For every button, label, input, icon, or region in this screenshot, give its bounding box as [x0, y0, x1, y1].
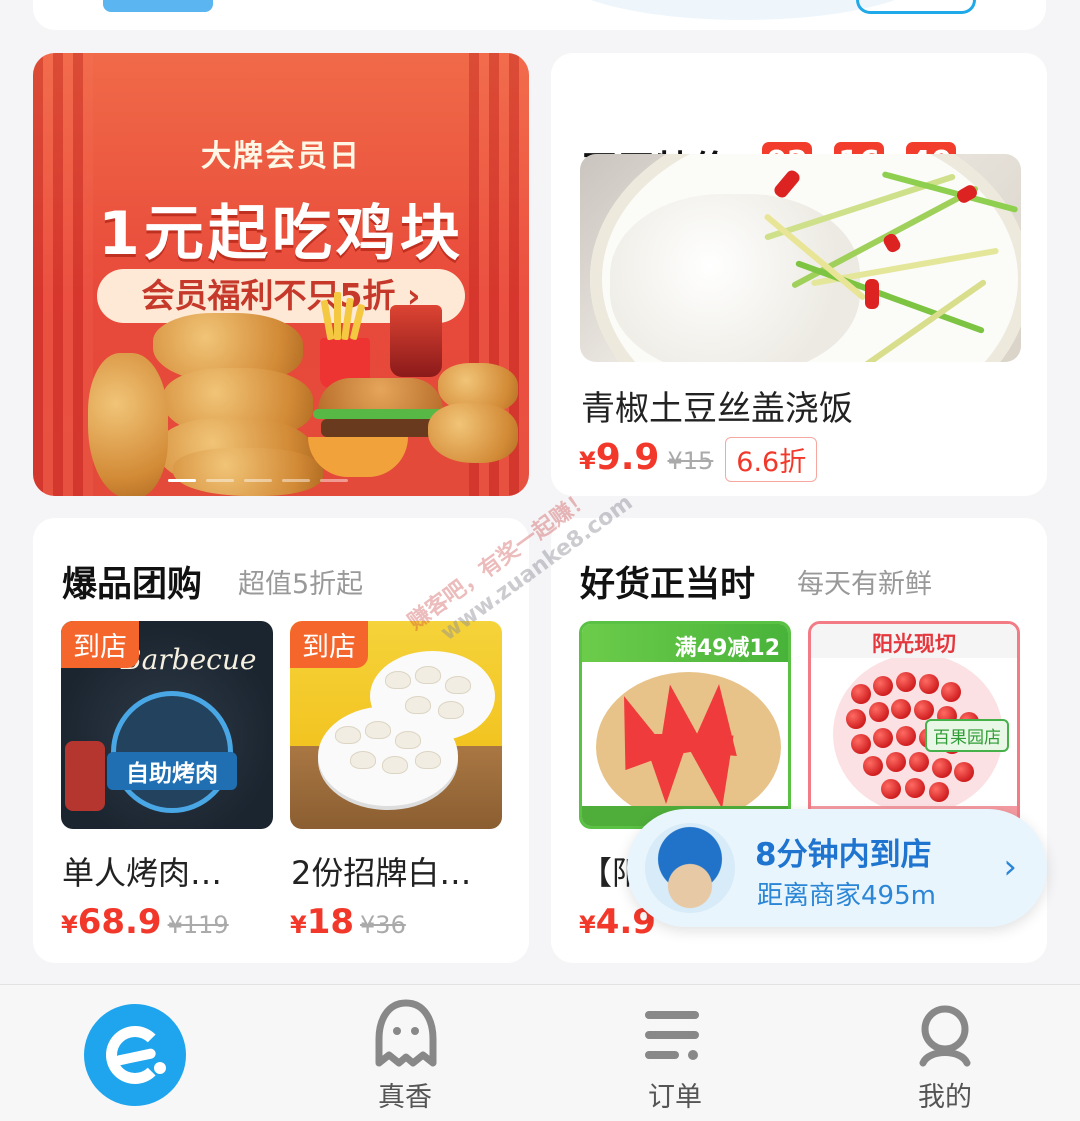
tomato-item-image[interactable]: 阳光现切 百果园店: [808, 621, 1020, 829]
profile-icon: [919, 1005, 971, 1067]
meat-image: [65, 741, 105, 811]
fresh-subtitle: 每天有新鲜: [797, 569, 932, 600]
currency-symbol: ¥: [290, 911, 307, 939]
chevron-right-icon: ›: [1003, 847, 1017, 887]
promo-strip: 阳光现切: [811, 624, 1017, 658]
curtain-left: [33, 53, 93, 496]
tab-profile[interactable]: 我的: [865, 985, 1025, 1121]
in-store-badge: 到店: [61, 621, 139, 668]
sauce-bowl-image: [308, 437, 408, 477]
item-original-price: ¥36: [360, 911, 406, 939]
top-partial-card: [33, 0, 1046, 30]
item-price: 68.9: [77, 902, 162, 942]
tab-zhenxiang[interactable]: 真香: [325, 985, 485, 1121]
deal-price-row: ¥ 9.9 ¥15 6.6折: [579, 437, 818, 482]
partial-button-left[interactable]: [103, 0, 213, 12]
merchant-distance: 距离商家495m: [757, 881, 936, 911]
orders-icon: [645, 1011, 699, 1060]
nugget-image: [173, 448, 323, 496]
deal-price: 9.9: [595, 437, 660, 478]
member-day-banner[interactable]: 大牌会员日 1元起吃鸡块 会员福利不只5折 ›: [33, 53, 529, 496]
group-buy-title: 爆品团购: [62, 565, 203, 605]
daily-deal-card[interactable]: 天天特价 02 : 16 : 40 青椒土豆丝盖浇饭 ¥ 9.9 ¥15 6.6…: [551, 53, 1047, 496]
deal-item-name: 青椒土豆丝盖浇饭: [581, 389, 853, 429]
bbq-logo-text: 自助烤肉: [107, 752, 237, 790]
item-original-price: ¥119: [167, 911, 229, 939]
rider-avatar-icon: [645, 823, 735, 913]
group-item-price: ¥ 68.9 ¥119: [61, 902, 229, 942]
nugget-image: [428, 403, 518, 463]
deal-item-image[interactable]: [580, 154, 1021, 362]
tab-orders[interactable]: 订单: [595, 985, 755, 1121]
discount-badge: 6.6折: [725, 437, 818, 482]
currency-symbol: ¥: [579, 911, 596, 939]
cola-cup-image: [390, 305, 442, 377]
ghost-icon: [375, 999, 437, 1067]
store-tag: 百果园店: [925, 719, 1009, 752]
watermelon-item-image[interactable]: 满49减12: [579, 621, 791, 829]
tab-label: 我的: [918, 1082, 972, 1113]
nugget-image: [88, 353, 168, 496]
banner-tag: 大牌会员日: [201, 139, 361, 174]
promo-strip: 满49减12: [582, 624, 788, 662]
tab-label: 订单: [648, 1082, 702, 1113]
banner-title: 1元起吃鸡块: [98, 199, 464, 269]
group-item-price: ¥ 18 ¥36: [290, 902, 406, 942]
tab-label: 真香: [378, 1082, 432, 1113]
barbecue-script: Barbecue: [121, 643, 257, 676]
bbq-item-image[interactable]: Barbecue 自助烤肉 到店: [61, 621, 273, 829]
carousel-indicator: [168, 479, 348, 482]
delivery-time-popup[interactable]: 8分钟内到店 距离商家495m ›: [627, 809, 1047, 927]
group-item-name: 2份招牌白…: [291, 854, 472, 892]
group-buy-subtitle: 超值5折起: [238, 569, 364, 600]
fresh-title: 好货正当时: [580, 565, 756, 605]
burger-patty: [321, 419, 441, 437]
item-price: 18: [306, 902, 355, 942]
tab-home[interactable]: [84, 1004, 186, 1106]
in-store-badge: 到店: [290, 621, 368, 668]
partial-button-right[interactable]: [856, 0, 976, 14]
deal-original-price: ¥15: [667, 447, 714, 475]
delivery-time-title: 8分钟内到店: [755, 837, 932, 873]
currency-symbol: ¥: [61, 911, 78, 939]
group-buy-card[interactable]: 爆品团购 超值5折起 Barbecue 自助烤肉 到店 单人烤肉… ¥ 68.9…: [33, 518, 529, 963]
group-item-name: 单人烤肉…: [62, 854, 223, 892]
dumpling-item-image[interactable]: 到店: [290, 621, 502, 829]
currency-symbol: ¥: [579, 447, 596, 475]
burger-lettuce: [313, 409, 448, 419]
